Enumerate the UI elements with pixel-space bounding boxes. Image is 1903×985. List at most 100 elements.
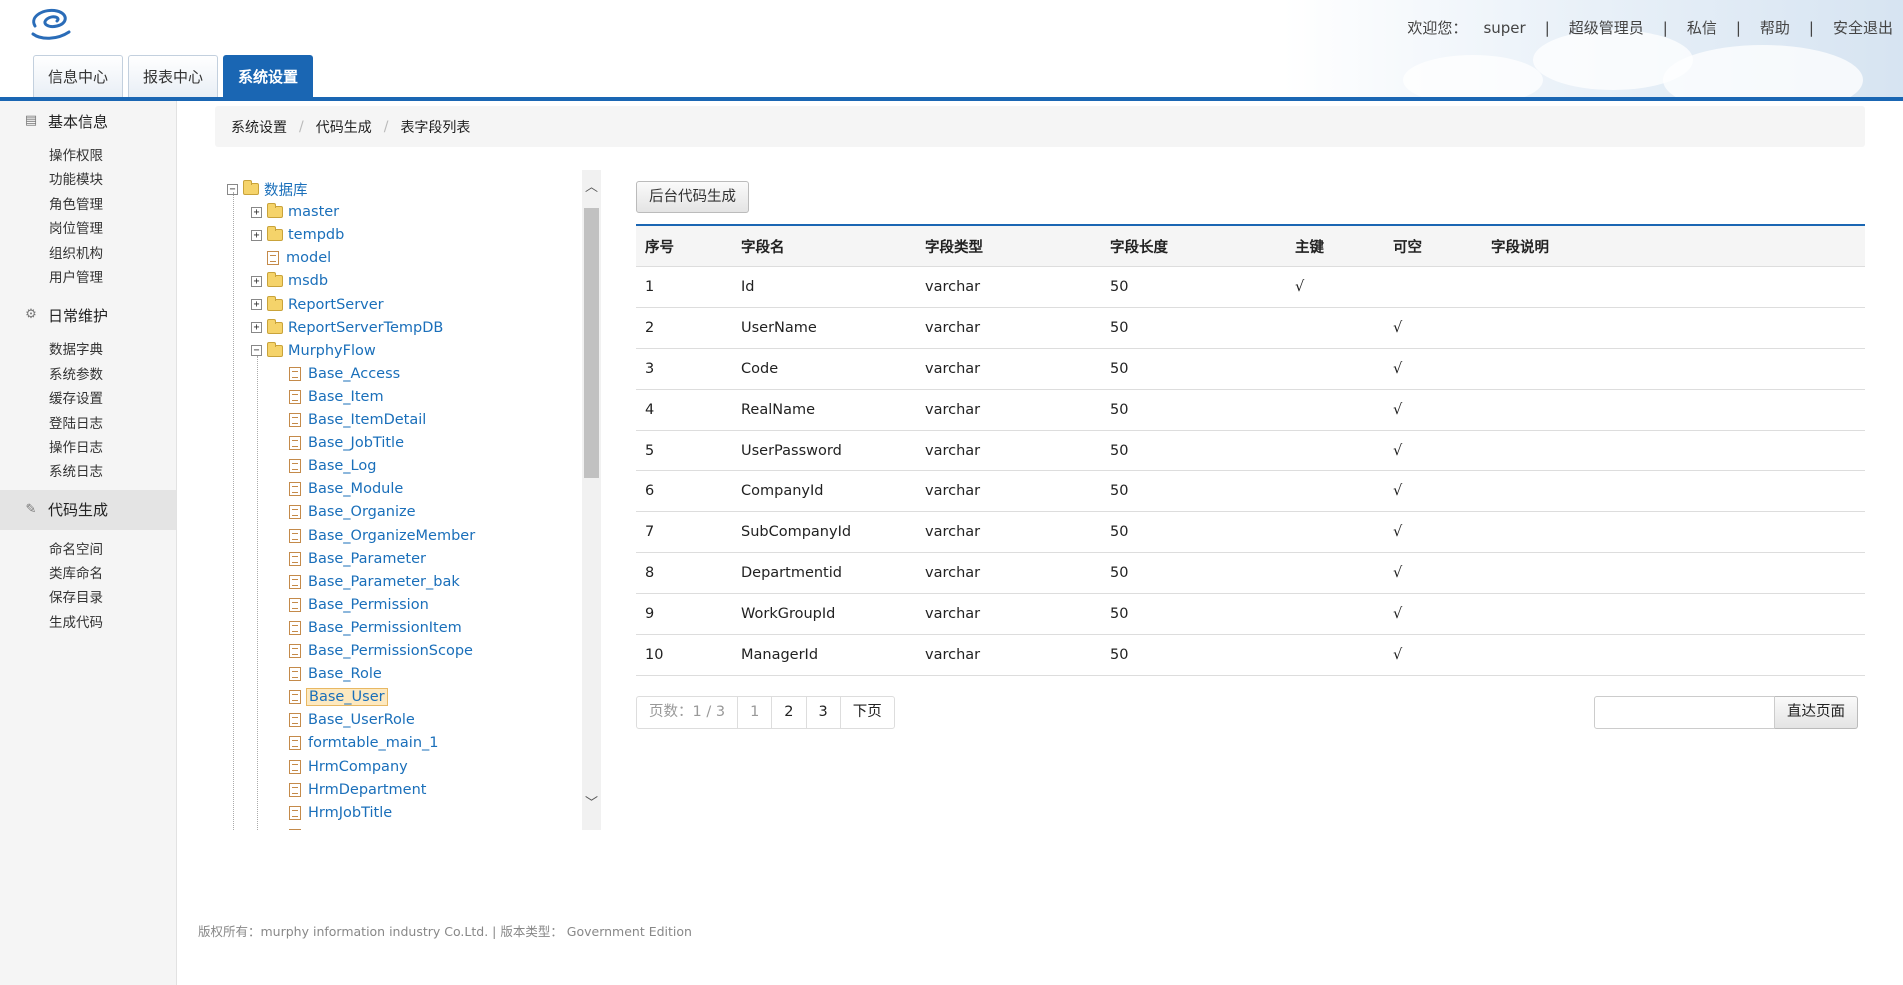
tree-node-database[interactable]: + ReportServerTempDB <box>251 317 445 339</box>
tab-report-center[interactable]: 报表中心 <box>128 55 219 98</box>
tree-node-label[interactable]: Base_PermissionItem <box>306 620 464 636</box>
sidebar-item[interactable]: 功能模块 <box>0 168 176 192</box>
tree-node-table[interactable]: HrmJobTitle <box>289 802 394 824</box>
tree-node-table[interactable]: Base_JobTitle <box>289 432 406 454</box>
tree-node-database[interactable]: + ReportServer <box>251 294 386 316</box>
table-row[interactable]: 3 Code varchar 50 √ <box>636 349 1865 390</box>
table-row[interactable]: 6 CompanyId varchar 50 √ <box>636 471 1865 513</box>
tree-node-table[interactable]: Base_Permission <box>289 594 431 616</box>
tree-node-label[interactable]: Base_PermissionScope <box>306 643 475 659</box>
tree-node-table[interactable]: Base_PermissionScope <box>289 640 475 662</box>
sidebar-item[interactable]: 缓存设置 <box>0 387 176 411</box>
tree-node-label[interactable]: Base_Item <box>306 389 386 405</box>
tree-node-label[interactable]: ReportServerTempDB <box>286 320 445 336</box>
sidebar-item[interactable]: 角色管理 <box>0 193 176 217</box>
expand-icon[interactable]: + <box>251 322 262 334</box>
breadcrumb-item[interactable]: 代码生成 <box>316 117 372 137</box>
expand-icon[interactable]: + <box>251 206 262 218</box>
tree-node-label[interactable]: Base_User <box>306 688 388 707</box>
tree-node-label[interactable]: Base_UserRole <box>306 712 417 728</box>
sidebar-item[interactable]: 操作权限 <box>0 144 176 168</box>
table-row[interactable]: 7 SubCompanyId varchar 50 √ <box>636 512 1865 554</box>
generate-code-button[interactable]: 后台代码生成 <box>636 181 749 213</box>
tree-node-label[interactable]: 数据库 <box>262 179 310 200</box>
tree-node-table[interactable]: Base_OrganizeMember <box>289 525 477 547</box>
tree-node-database[interactable]: + tempdb <box>251 224 346 246</box>
tree-node-database[interactable]: − MurphyFlow <box>251 340 378 362</box>
tree-node-table[interactable]: Base_Parameter_bak <box>289 571 462 593</box>
tree-node-label[interactable]: HrmDepartment <box>306 782 428 798</box>
table-row[interactable]: 5 UserPassword varchar 50 √ <box>636 431 1865 472</box>
tree-node-label[interactable]: Base_Permission <box>306 597 431 613</box>
sidebar-item[interactable]: 系统参数 <box>0 363 176 387</box>
page-link[interactable]: 2 <box>772 697 807 728</box>
tree-node-database[interactable]: model <box>267 247 333 269</box>
sidebar-item[interactable]: 岗位管理 <box>0 217 176 241</box>
tree-node-label[interactable]: Base_Access <box>306 366 402 382</box>
tab-system-settings[interactable]: 系统设置 <box>223 55 314 98</box>
tree-node-table[interactable]: HrmDepartment <box>289 779 428 801</box>
tree-node-label[interactable]: Base_Log <box>306 458 378 474</box>
tree-node-label[interactable]: tempdb <box>286 227 346 243</box>
sidebar-item[interactable]: 组织机构 <box>0 242 176 266</box>
tree-node-label[interactable]: HrmCompany <box>306 759 410 775</box>
tree-node-table[interactable]: Base_Role <box>289 663 384 685</box>
tree-node-table[interactable]: Base_UserRole <box>289 709 417 731</box>
sidebar-group-basic-info[interactable]: ▤ 基本信息 <box>0 101 176 141</box>
sidebar-item[interactable]: 生成代码 <box>0 611 176 635</box>
expand-icon[interactable]: + <box>251 229 262 241</box>
tree-node-root[interactable]: − 数据库 <box>227 178 310 200</box>
username-link[interactable]: super <box>1483 19 1525 37</box>
tree-node-table[interactable]: Base_Module <box>289 478 405 500</box>
tree-node-table[interactable]: Base_Log <box>289 455 378 477</box>
tree-node-database[interactable]: + master <box>251 201 341 223</box>
tree-node-label[interactable]: MurphyFlow <box>286 343 378 359</box>
tree-node-table[interactable]: Base_Item <box>289 386 386 408</box>
tree-node-table[interactable]: Base_Parameter <box>289 548 428 570</box>
tree-node-label[interactable]: Base_ItemDetail <box>306 412 428 428</box>
expand-icon[interactable]: + <box>251 299 262 310</box>
message-link[interactable]: 私信 <box>1687 17 1717 38</box>
tree-node-label[interactable]: Base_Parameter <box>306 551 428 567</box>
next-page-button[interactable]: 下页 <box>841 697 894 728</box>
tree-node-table[interactable]: Base_ItemDetail <box>289 409 428 431</box>
tree-node-label[interactable]: HrmJobTitle <box>306 805 394 821</box>
logout-link[interactable]: 安全退出 <box>1833 17 1893 38</box>
tree-node-label[interactable]: Base_Module <box>306 481 405 497</box>
tree-node-label[interactable]: msdb <box>286 273 330 289</box>
table-row[interactable]: 10 ManagerId varchar 50 √ <box>636 635 1865 676</box>
tree-scrollbar[interactable]: ︿ ﹀ <box>582 170 601 830</box>
tree-node-label[interactable]: Base_Parameter_bak <box>306 574 462 590</box>
sidebar-group-code-generation[interactable]: ✎ 代码生成 <box>0 489 176 530</box>
scroll-down-icon[interactable]: ﹀ <box>582 794 601 814</box>
tree-node-label[interactable]: Base_Role <box>306 666 384 682</box>
role-link[interactable]: 超级管理员 <box>1569 17 1644 38</box>
goto-page-button[interactable]: 直达页面 <box>1775 696 1858 729</box>
sidebar-item[interactable]: 保存目录 <box>0 586 176 610</box>
tree-node-table[interactable]: HrmCompany <box>289 756 410 778</box>
scrollbar-thumb[interactable] <box>584 208 599 478</box>
sidebar-group-daily-maintenance[interactable]: ⚙ 日常维护 <box>0 295 176 335</box>
tree-node-label[interactable]: ReportServer <box>286 297 386 313</box>
tree-node-label[interactable]: Base_Organize <box>306 504 418 520</box>
tree-node-label[interactable]: formtable_main_1 <box>306 735 441 751</box>
tree-node-database[interactable]: + msdb <box>251 270 330 292</box>
tree-node-label[interactable]: model <box>284 250 333 266</box>
help-link[interactable]: 帮助 <box>1760 17 1790 38</box>
table-row[interactable]: 4 RealName varchar 50 √ <box>636 390 1865 431</box>
scroll-up-icon[interactable]: ︿ <box>582 178 601 198</box>
table-row[interactable]: 1 Id varchar 50 √ <box>636 267 1865 308</box>
page-link-current[interactable]: 1 <box>738 697 773 728</box>
tree-node-table[interactable]: Base_Organize <box>289 501 418 523</box>
table-row[interactable]: 9 WorkGroupId varchar 50 √ <box>636 594 1865 636</box>
tree-node-table[interactable]: Base_User <box>289 686 388 708</box>
tree-node-table[interactable]: Base_PermissionItem <box>289 617 464 639</box>
breadcrumb-item[interactable]: 系统设置 <box>231 117 287 137</box>
sidebar-item[interactable]: 类库命名 <box>0 562 176 586</box>
table-row[interactable]: 8 Departmentid varchar 50 √ <box>636 553 1865 595</box>
sidebar-item[interactable]: 系统日志 <box>0 460 176 484</box>
tree-node-label[interactable]: Base_JobTitle <box>306 435 406 451</box>
sidebar-item[interactable]: 命名空间 <box>0 538 176 562</box>
tree-node-label[interactable]: Base_OrganizeMember <box>306 528 477 544</box>
sidebar-item[interactable]: 登陆日志 <box>0 412 176 436</box>
